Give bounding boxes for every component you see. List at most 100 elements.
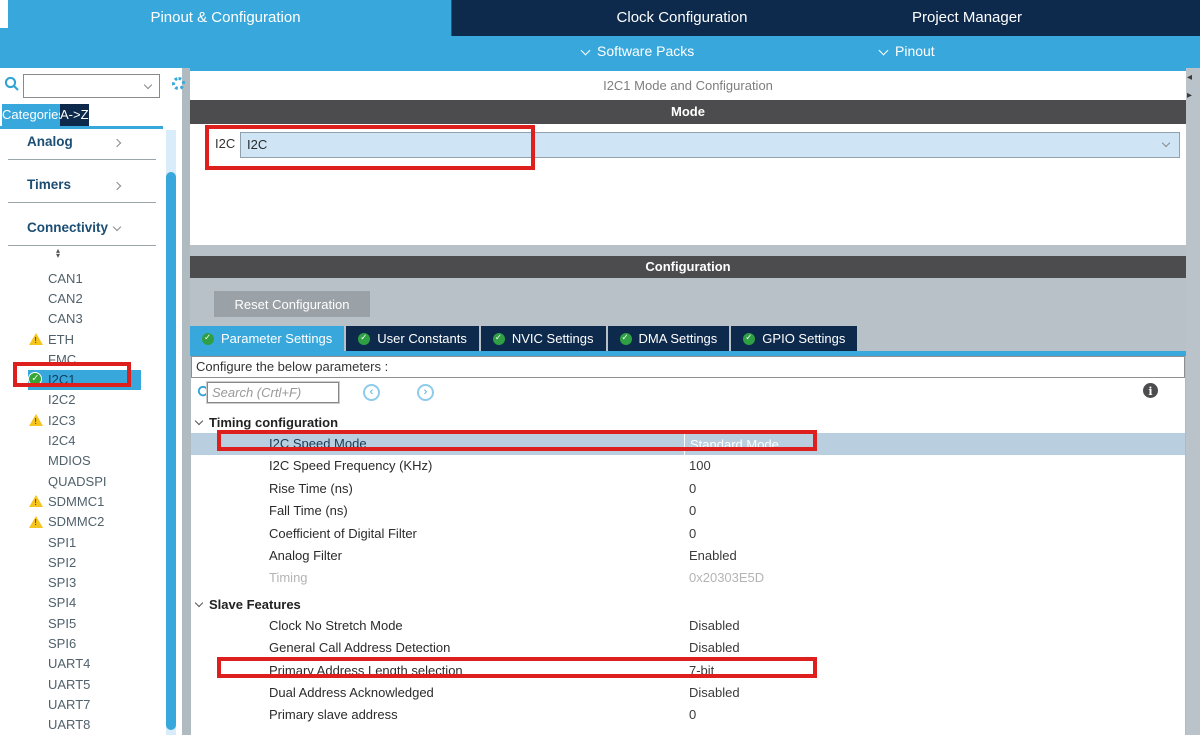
group-header-slave[interactable]: Slave Features [191,594,1185,615]
sidebar-peripheral-item[interactable]: I2C3 [0,410,165,430]
parameter-row[interactable]: General Call Address Detection Disabled [191,637,1185,659]
parameter-name: Dual Address Acknowledged [269,685,434,700]
top-tab[interactable]: Project Manager [912,0,1022,36]
category-item[interactable]: Connectivity [0,218,165,261]
sidebar-peripheral-item[interactable]: SPI3 [0,572,165,592]
top-tab[interactable]: Clock Configuration [452,0,912,36]
info-icon[interactable] [1143,383,1158,398]
settings-tab[interactable]: DMA Settings [608,326,730,351]
sidebar-peripheral-item[interactable]: SPI2 [0,552,165,572]
sidebar-peripheral-item[interactable]: UART7 [0,694,165,714]
group-header-timing[interactable]: Timing configuration [191,412,1185,433]
peripheral-label: ETH [46,332,74,347]
sidebar-peripheral-item[interactable]: I2C4 [0,430,165,450]
sidebar-peripheral-item[interactable]: SPI4 [0,593,165,613]
parameter-name: Analog Filter [269,548,342,563]
sidebar-peripheral-item[interactable]: UART5 [0,674,165,694]
sidebar-peripheral-item[interactable]: SDMMC1 [0,491,165,511]
reset-configuration-button[interactable]: Reset Configuration [214,291,370,317]
collapse-right-icon[interactable]: ▸ [1187,90,1192,101]
subnav-dropdown[interactable]: Pinout [880,43,935,59]
parameter-row[interactable]: Fall Time (ns) 0 [191,500,1185,522]
peripheral-label: SPI2 [46,555,76,570]
peripheral-item-inner: CAN3 [28,309,83,329]
peripheral-item-inner: SDMMC2 [28,512,104,532]
parameter-row[interactable]: I2C Speed Frequency (KHz) 100 [191,455,1185,477]
sidebar-peripheral-item[interactable]: SPI6 [0,633,165,653]
mode-dropdown[interactable]: I2C [240,132,1180,158]
category-item[interactable]: Analog [0,132,165,175]
sidebar-peripheral-item[interactable]: MDIOS [0,451,165,471]
collapse-left-icon[interactable]: ◂ [1187,72,1192,83]
parameter-row[interactable]: Rise Time (ns) 0 [191,478,1185,500]
panel-splitter[interactable] [182,68,190,735]
search-next-button[interactable]: › [417,384,434,401]
peripheral-label: SPI1 [46,535,76,550]
peripheral-label: I2C3 [46,413,75,428]
parameter-search-input[interactable] [207,382,339,403]
parameter-row[interactable]: Dual Address Acknowledged Disabled [191,682,1185,704]
subnav-label: Pinout [895,43,935,59]
category-item[interactable]: Timers [0,175,165,218]
sidebar-peripheral-item[interactable]: CAN3 [0,309,165,329]
settings-tab[interactable]: GPIO Settings [731,326,857,351]
parameter-row[interactable]: Clock No Stretch Mode Disabled [191,615,1185,637]
search-prev-button[interactable]: ‹ [363,384,380,401]
settings-tab[interactable]: User Constants [346,326,479,351]
check-icon [620,333,632,345]
gear-icon[interactable] [172,77,185,90]
sidebar-tab[interactable]: Categories [2,104,60,126]
sidebar-peripheral-item[interactable]: UART8 [0,715,165,735]
sidebar-scrollbar-thumb[interactable] [166,172,176,730]
peripheral-item-inner: ETH [28,329,74,349]
sidebar-peripheral-item[interactable]: CAN1 [0,268,165,288]
settings-tab[interactable]: Parameter Settings [190,326,344,351]
peripheral-item-inner: MDIOS [28,451,91,471]
parameter-row[interactable]: Timing 0x20303E5D [191,567,1185,589]
sidebar-peripheral-item[interactable]: ETH [0,329,165,349]
peripheral-item-inner: SPI4 [28,593,76,613]
sidebar-peripheral-item[interactable]: I2C2 [0,390,165,410]
peripheral-label: SPI4 [46,595,76,610]
group-label: Timing configuration [209,415,338,430]
parameter-row[interactable]: I2C Speed Mode Standard Mode [191,433,1185,455]
warning-icon [29,516,43,528]
sort-toggle-icon[interactable]: ▴ ▾ [56,248,60,258]
mode-dropdown-value: I2C [247,137,267,152]
sidebar-peripheral-item[interactable]: FMC [0,349,165,369]
settings-tab-label: DMA Settings [639,331,718,346]
peripheral-label: I2C4 [46,433,75,448]
subnav-dropdown[interactable]: Software Packs [582,43,694,59]
peripheral-icon-slot [28,717,46,733]
sidebar-peripheral-item[interactable]: SPI5 [0,613,165,633]
sidebar-peripheral-item[interactable]: CAN2 [0,288,165,308]
peripheral-label: FMC [46,352,76,367]
mode-label: I2C [215,136,235,151]
peripheral-list: CAN1 CAN2 [0,268,165,735]
sidebar-peripheral-item[interactable]: QUADSPI [0,471,165,491]
parameter-value: 100 [689,458,711,473]
sidebar-tab[interactable]: A->Z [60,104,89,126]
sidebar-search-input[interactable] [24,75,134,95]
peripheral-label: UART7 [46,697,90,712]
settings-tab[interactable]: NVIC Settings [481,326,606,351]
sidebar-search-combobox[interactable] [23,74,160,98]
sidebar-peripheral-item[interactable]: I2C1 [0,369,165,389]
sidebar-peripheral-item[interactable]: SDMMC2 [0,512,165,532]
parameter-row[interactable]: Primary slave address 0 [191,704,1185,726]
chevron-down-icon [195,417,203,425]
sidebar-peripheral-item[interactable]: SPI1 [0,532,165,552]
check-icon [493,333,505,345]
parameter-row[interactable]: Primary Address Length selection 7-bit [191,660,1185,682]
parameter-value: 7-bit [689,663,714,678]
settings-tab-label: Parameter Settings [221,331,332,346]
parameter-value: Standard Mode [684,433,779,455]
peripheral-item-inner: UART8 [28,715,90,735]
warning-icon [29,414,43,426]
parameter-row[interactable]: Analog Filter Enabled [191,545,1185,567]
sidebar-peripheral-item[interactable]: UART4 [0,654,165,674]
top-tab[interactable]: Pinout & Configuration [0,0,452,36]
peripheral-icon-slot [28,656,46,672]
parameter-name: General Call Address Detection [269,640,450,655]
parameter-row[interactable]: Coefficient of Digital Filter 0 [191,523,1185,545]
